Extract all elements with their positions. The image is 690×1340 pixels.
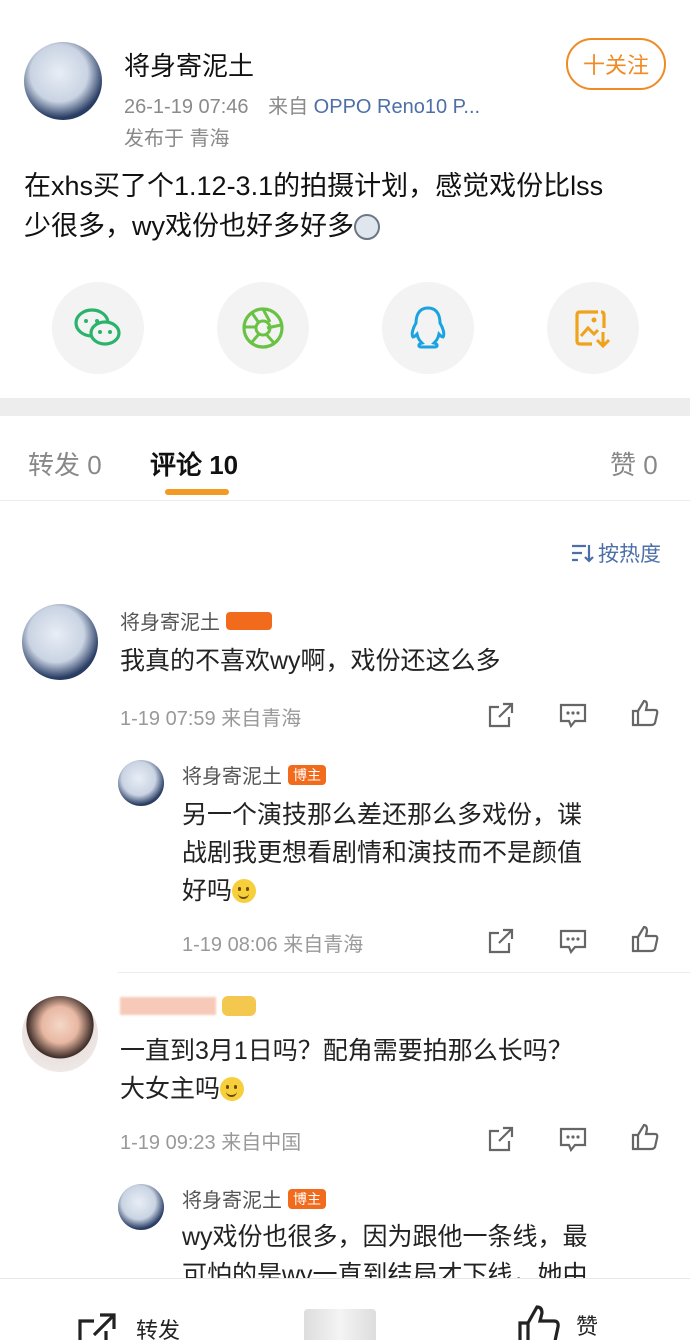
- reply-text-line3: 好吗: [182, 877, 233, 905]
- comment-reply-button[interactable]: [558, 1124, 588, 1154]
- bottom-repost-button[interactable]: 转发: [76, 1309, 180, 1340]
- comment-meta: 1-19 07:59 来自青海: [120, 708, 302, 730]
- post-text-line2-wrap: 少很多，wy戏份也好多好多: [24, 206, 674, 246]
- bottom-comment-button[interactable]: [304, 1309, 376, 1340]
- thumb-up-icon: [631, 925, 659, 953]
- comment-text: 一直到3月1日吗？配角需要拍那么长吗？ 大女主吗: [120, 1032, 680, 1108]
- bottom-like-label: 赞: [576, 1314, 599, 1339]
- comment-username[interactable]: 将身寄泥土: [120, 606, 272, 635]
- tab-comments[interactable]: 评论 10: [150, 445, 238, 482]
- save-image-icon: [575, 310, 611, 349]
- husky-emoji-icon: [354, 214, 380, 240]
- comment-bubble-icon: [559, 703, 587, 729]
- moments-icon: [242, 307, 284, 349]
- bottom-repost-label: 转发: [136, 1318, 181, 1340]
- share-qq-button[interactable]: [382, 282, 474, 374]
- sort-by-hot-button[interactable]: 按热度: [570, 538, 661, 568]
- bottom-action-bar: 转发 赞: [0, 1278, 690, 1340]
- reply-avatar[interactable]: [118, 1184, 164, 1230]
- comment-username-text: 将身寄泥土: [120, 612, 220, 634]
- reply-text-line1: wy戏份也很多，因为跟他一条线，最: [182, 1223, 588, 1251]
- comment-share-button[interactable]: [486, 1124, 516, 1154]
- section-divider: [0, 398, 690, 416]
- post-text-line2: 少很多，wy戏份也好多好多: [24, 211, 354, 241]
- share-wechat-button[interactable]: [52, 282, 144, 374]
- wechat-icon: [74, 308, 121, 346]
- reply-username-text: 将身寄泥土: [182, 766, 282, 788]
- comment-bubble-icon: [559, 1127, 587, 1153]
- reply-share-button[interactable]: [486, 926, 516, 956]
- thumb-up-icon: [631, 1123, 659, 1151]
- comment-like-button[interactable]: [630, 1122, 660, 1152]
- reply-comment-button[interactable]: [558, 926, 588, 956]
- tab-repost[interactable]: 转发 0: [28, 445, 102, 482]
- blogger-badge: 博主: [288, 1188, 326, 1209]
- comment-username[interactable]: [120, 996, 256, 1016]
- comment-text-line1: 一直到3月1日吗？配角需要拍那么长吗？: [120, 1037, 573, 1065]
- reply-text-line3-wrap: 好吗: [182, 872, 662, 910]
- comment-bubble-icon: [559, 929, 587, 955]
- author-avatar[interactable]: [24, 42, 102, 120]
- fan-badge-icon: [222, 996, 256, 1016]
- source-prefix: 来自: [268, 96, 309, 118]
- thumb-up-icon: [518, 1305, 560, 1340]
- post-text-line1: 在xhs买了个1.12-3.1的拍摄计划，感觉戏份比lss: [24, 171, 604, 201]
- post-time: 26-1-19 07:46: [124, 96, 249, 118]
- reply-text-line1: 另一个演技那么差还那么多戏份，谍: [182, 801, 583, 829]
- share-arrow-icon: [488, 702, 514, 728]
- save-image-button[interactable]: [547, 282, 639, 374]
- comment-text-line2: 大女主吗: [120, 1075, 221, 1103]
- tabs-divider: [0, 500, 690, 501]
- share-moments-button[interactable]: [217, 282, 309, 374]
- sort-label: 按热度: [598, 543, 661, 566]
- reply-avatar[interactable]: [118, 760, 164, 806]
- post-location: 发布于 青海: [124, 128, 230, 150]
- post-body: 在xhs买了个1.12-3.1的拍摄计划，感觉戏份比lss 少很多，wy戏份也好…: [24, 166, 674, 246]
- reply-username-text: 将身寄泥土: [182, 1190, 282, 1212]
- reply-meta: 1-19 08:06 来自青海: [182, 934, 364, 956]
- cover-mouth-emoji-icon: [220, 1077, 245, 1101]
- comment-like-button[interactable]: [630, 698, 660, 728]
- reply-username[interactable]: 将身寄泥土 博主: [182, 760, 326, 789]
- active-tab-indicator: [165, 489, 229, 495]
- thumb-up-icon: [631, 699, 659, 727]
- sort-icon: [572, 544, 594, 563]
- blogger-badge: 博主: [288, 764, 326, 785]
- comment-avatar[interactable]: [22, 604, 98, 680]
- comment-avatar[interactable]: [22, 996, 98, 1072]
- repost-icon: [78, 1313, 116, 1340]
- share-arrow-icon: [488, 1126, 514, 1152]
- comment-divider: [118, 972, 690, 973]
- share-arrow-icon: [488, 928, 514, 954]
- follow-button[interactable]: 十关注: [566, 38, 666, 90]
- comment-text: 我真的不喜欢wy啊，戏份还这么多: [120, 647, 501, 675]
- author-name[interactable]: 将身寄泥土: [124, 46, 254, 83]
- comment-meta: 1-19 09:23 来自中国: [120, 1132, 302, 1154]
- reply-username[interactable]: 将身寄泥土 博主: [182, 1184, 326, 1213]
- smile-emoji-icon: [232, 879, 257, 903]
- reply-text-line2: 战剧我更想看剧情和演技而不是颜值: [182, 839, 583, 867]
- comment-share-button[interactable]: [486, 700, 516, 730]
- reply-like-button[interactable]: [630, 924, 660, 954]
- author-badge: [226, 611, 272, 630]
- tab-likes[interactable]: 赞 0: [610, 445, 658, 482]
- bottom-like-button[interactable]: 赞: [516, 1303, 598, 1340]
- source-device-link[interactable]: OPPO Reno10 P...: [314, 96, 480, 118]
- comment-reply-button[interactable]: [558, 700, 588, 730]
- reply-text: 另一个演技那么差还那么多戏份，谍 战剧我更想看剧情和演技而不是颜值 好吗: [182, 796, 662, 910]
- comment-text-line2-wrap: 大女主吗: [120, 1070, 680, 1108]
- post-meta: 26-1-19 07:46 来自 OPPO Reno10 P...: [124, 90, 480, 119]
- qq-icon: [410, 306, 446, 349]
- comment-username-redacted: [120, 997, 216, 1015]
